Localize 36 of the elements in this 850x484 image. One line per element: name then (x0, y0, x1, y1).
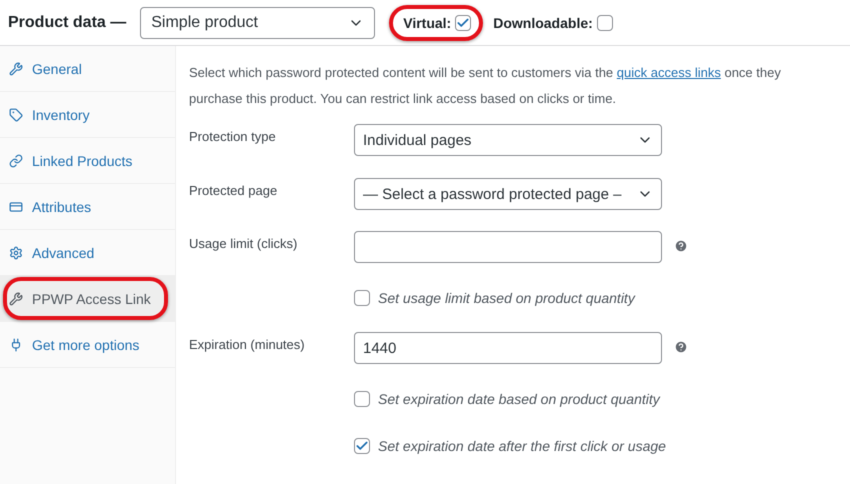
field-label: Usage limit (clicks) (189, 235, 298, 251)
checkbox[interactable] (354, 438, 370, 454)
checkbox-label: Set usage limit based on product quantity (378, 290, 635, 306)
sidebar-tab[interactable]: Get more options (0, 322, 175, 368)
select-field[interactable]: — Select a password protected page – (354, 178, 662, 210)
help-icon (674, 239, 688, 253)
field-label: Expiration (minutes) (189, 336, 306, 352)
checkbox[interactable] (354, 290, 370, 306)
help-icon (674, 340, 688, 354)
field-label: Protection type (189, 128, 277, 144)
input-field[interactable] (354, 231, 662, 263)
link-icon (9, 154, 23, 168)
settings-icon (9, 246, 23, 260)
checkbox-label: Set expiration date after the first click or usage (378, 438, 666, 454)
select-field[interactable]: Individual pages (354, 124, 662, 156)
option-label: Virtual: (403, 14, 452, 30)
checkbox[interactable] (455, 14, 472, 30)
option-label: Downloadable: (493, 14, 593, 30)
checkbox-label: Set expiration date based on product quantity (378, 390, 660, 406)
plug-icon (9, 338, 23, 352)
quick-access-link[interactable]: quick access links (616, 65, 721, 80)
section-title: Product data — (8, 14, 126, 32)
description-text: Select which password protected content will be sent to customers via the quick access links once they purchase this product. You can restrict link access based on clicks or time. (189, 64, 782, 108)
checkbox[interactable] (596, 14, 613, 30)
sidebar-tab[interactable]: Linked Products (0, 138, 175, 184)
sidebar-tab[interactable]: PPWP Access Link (0, 276, 175, 322)
wrench-icon (9, 62, 23, 76)
product-type-select[interactable]: Simple product (140, 6, 376, 38)
sidebar-tab[interactable]: General (0, 46, 175, 92)
checkbox[interactable] (354, 390, 370, 406)
wrench-icon (9, 292, 23, 306)
sidebar-tab[interactable]: Inventory (0, 92, 175, 138)
tag-icon (9, 108, 23, 122)
input-field[interactable]: 1440 (354, 332, 662, 364)
field-label: Protected page (189, 182, 278, 198)
sidebar-tab[interactable]: Attributes (0, 184, 175, 230)
